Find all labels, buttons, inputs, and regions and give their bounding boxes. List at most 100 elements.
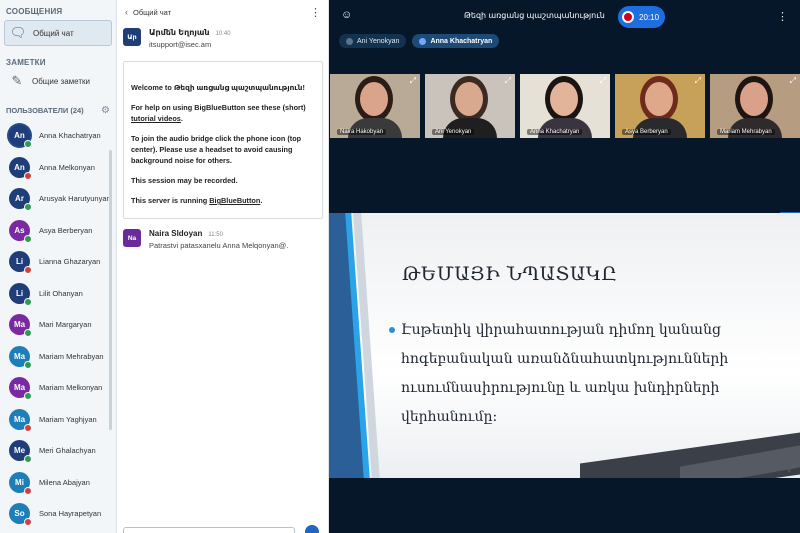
participant-body	[348, 118, 402, 138]
user-name: Lianna Ghazaryan	[39, 257, 101, 267]
welcome-message: Welcome to Թեզի առցանց պաշտպանություն! F…	[123, 61, 323, 219]
microphone-icon	[419, 37, 427, 45]
user-name: Mari Margaryan	[39, 320, 92, 330]
user-name: Anna Khachatryan	[39, 131, 101, 141]
user-name: Meri Ghalachyan	[39, 446, 96, 456]
recording-button[interactable]: 20:10	[618, 6, 665, 28]
top-bar: ☺ Թեզի առցանց պաշտպանություն 20:10 ⋮	[329, 0, 800, 32]
slide-bullet-text: Էսթետիկ վիրահատության դիմող կանանց հոգեբ…	[401, 322, 729, 425]
shared-notes-item[interactable]: ✎ Общие заметки	[4, 68, 112, 94]
audio-status-badge	[24, 392, 32, 401]
user-list-item[interactable]: As Asya Berberyan	[0, 215, 116, 247]
user-list-scrollbar[interactable]	[109, 150, 112, 430]
microphone-icon	[346, 37, 353, 45]
shared-notes-label: Общие заметки	[32, 76, 90, 86]
chat-message: Na Naira Sldoyan 11:50 Patrastvi patasxa…	[117, 225, 328, 254]
user-list-item[interactable]: So Sona Hayrapetyan	[0, 498, 116, 530]
chevron-left-icon[interactable]: ‹	[125, 7, 128, 17]
user-list-item[interactable]: An Anna Melkonyan	[0, 152, 116, 184]
user-list-toggle-icon[interactable]: ☺	[341, 9, 352, 21]
users-section-heading: ПОЛЬЗОВАТЕЛИ (24) ⚙	[0, 100, 116, 120]
user-list-item[interactable]: Ma Mariam Yaghjyan	[0, 404, 116, 436]
expand-icon[interactable]: ⤢	[695, 76, 701, 86]
webcam-name-label: Anna Khachatryan	[527, 129, 583, 135]
bigbluebutton-link[interactable]: BigBlueButton	[209, 196, 260, 205]
chat-bubble-icon: 🗨	[9, 25, 27, 40]
slide-bullet: Էսթետիկ վիրահատության դիմող կանանց հոգեբ…	[389, 316, 769, 432]
gear-icon[interactable]: ⚙	[101, 105, 110, 116]
webcam-tile[interactable]: Mariam Mehrabyan ⤢	[710, 74, 800, 138]
user-list-item[interactable]: Li Lilit Ohanyan	[0, 278, 116, 310]
room-title: Թեզի առցանց պաշտպանություն	[464, 11, 605, 20]
webcam-tile[interactable]: Asya Berberyan ⤢	[615, 74, 705, 138]
options-menu-icon[interactable]: ⋮	[777, 10, 788, 23]
expand-icon[interactable]: ⤢	[505, 76, 511, 86]
chat-title[interactable]: Общий чат	[133, 8, 171, 17]
message-author: Արմեն Եղոյան	[149, 28, 210, 37]
chat-panel: ‹ Общий чат ⋮ Ար Արմեն Եղոյան 10:40 itsu…	[117, 0, 329, 533]
users-count-label: ПОЛЬЗОВАТЕЛИ (24)	[6, 105, 84, 115]
notes-icon: ✎	[11, 73, 23, 88]
message-text: itsupport@isec.am	[149, 40, 212, 49]
fullscreen-icon[interactable]: ⤢	[788, 463, 795, 474]
audio-status-badge	[24, 423, 32, 432]
audio-status-badge	[24, 518, 32, 527]
webcam-tile[interactable]: Ani Yenokyan ⤢	[425, 74, 515, 138]
welcome-help-text: For help on using BigBlueButton see thes…	[131, 103, 306, 123]
user-avatar: As	[9, 219, 32, 243]
user-avatar: Ma	[9, 377, 32, 401]
user-list-item[interactable]: An Anna Khachatryan	[0, 120, 116, 152]
user-avatar: An	[9, 156, 32, 180]
user-list-item[interactable]: Ma Mariam Melkonyan	[0, 372, 116, 404]
talker-pill[interactable]: Ani Yenokyan	[339, 34, 407, 48]
webcam-name-label: Ani Yenokyan	[432, 129, 475, 135]
chat-message: Ար Արմեն Եղոյան 10:40 itsupport@isec.am	[117, 24, 328, 53]
user-list-item[interactable]: Ar Arusyak Harutyunyan	[0, 183, 116, 215]
audio-status-badge	[24, 297, 32, 306]
webcam-tile[interactable]: Anna Khachatryan ⤢	[520, 74, 610, 138]
chat-message-input[interactable]	[123, 527, 295, 533]
user-avatar: An	[9, 125, 32, 149]
public-chat-item[interactable]: 🗨 Общий чат	[4, 20, 112, 46]
talker-pill[interactable]: Anna Khachatryan	[412, 34, 500, 48]
user-list-item[interactable]: Mi Milena Abajyan	[0, 467, 116, 499]
participant-body	[443, 118, 497, 138]
audio-status-badge	[24, 140, 32, 149]
recording-time: 20:10	[639, 12, 660, 22]
user-avatar: Ma	[9, 345, 32, 369]
public-chat-label: Общий чат	[33, 28, 74, 38]
audio-status-badge	[24, 266, 32, 275]
message-time: 11:50	[208, 232, 223, 238]
welcome-record-text: This session may be recorded.	[131, 176, 238, 185]
webcam-name-label: Mariam Mehrabyan	[717, 129, 775, 135]
expand-icon[interactable]: ⤢	[600, 76, 606, 86]
main-area: ☺ Թեզի առցանց պաշտպանություն 20:10 ⋮ Ani…	[329, 0, 800, 533]
expand-icon[interactable]: ⤢	[410, 76, 416, 86]
user-list-item[interactable]: Li Lianna Ghazaryan	[0, 246, 116, 278]
chat-header: ‹ Общий чат ⋮	[117, 0, 328, 24]
presentation-slide: ԹԵՄԱՅԻ ՆՊԱՏԱԿԸ Էսթետիկ վիրահատության դիմ…	[329, 213, 800, 478]
participant-face	[740, 82, 768, 116]
participant-body	[728, 118, 782, 138]
send-message-button[interactable]	[305, 525, 319, 533]
user-avatar: Ma	[9, 408, 32, 432]
user-list-item[interactable]: Me Meri Ghalachyan	[0, 435, 116, 467]
audio-status-badge	[24, 455, 32, 464]
tutorial-videos-link[interactable]: tutorial videos	[131, 114, 181, 123]
webcam-tile[interactable]: Naira Hakobyan ⤢	[330, 74, 420, 138]
participant-face	[360, 82, 388, 116]
user-avatar: So	[9, 503, 32, 527]
messages-section-heading: СООБЩЕНИЯ	[6, 7, 63, 16]
user-name: Mariam Melkonyan	[39, 383, 103, 393]
expand-icon[interactable]: ⤢	[790, 76, 796, 86]
user-name: Mariam Yaghjyan	[39, 414, 97, 424]
audio-status-badge	[24, 203, 32, 212]
more-options-icon[interactable]: ⋮	[310, 6, 321, 19]
user-list-item[interactable]: Ma Mariam Mehrabyan	[0, 341, 116, 373]
webcam-strip: Naira Hakobyan ⤢ Ani Yenokyan ⤢ Anna Khachat…	[329, 74, 800, 138]
user-name: Milena Abajyan	[39, 477, 90, 487]
webcam-name-label: Asya Berberyan	[622, 129, 671, 135]
user-name: Sona Hayrapetyan	[39, 509, 102, 519]
user-list-item[interactable]: Ma Mari Margaryan	[0, 309, 116, 341]
participant-body	[633, 118, 687, 138]
